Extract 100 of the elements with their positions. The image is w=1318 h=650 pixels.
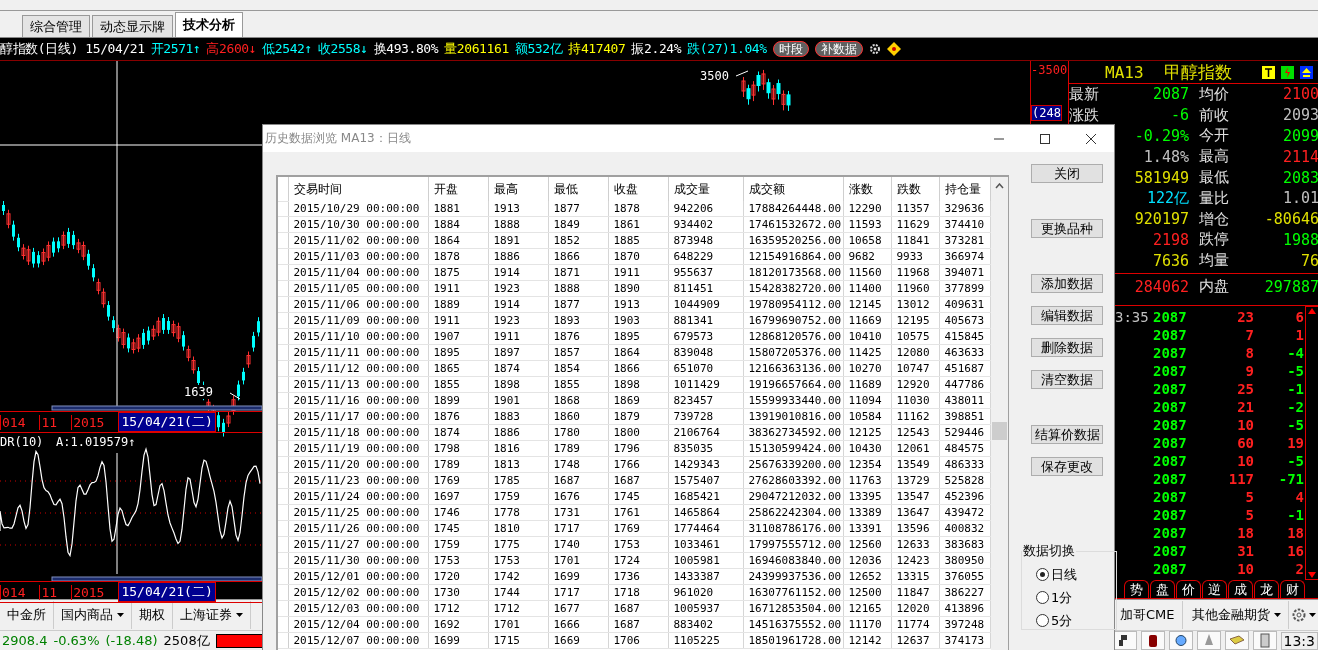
up-arrow-icon[interactable]: [1300, 65, 1313, 79]
gear-icon[interactable]: [868, 43, 881, 55]
chart-option-button[interactable]: 补数据: [814, 41, 863, 57]
table-cell: 1877: [548, 201, 608, 217]
table-cell: 11774: [891, 616, 939, 633]
table-cell: 1903: [608, 312, 668, 329]
column-header[interactable]: 最低: [548, 177, 608, 201]
table-cell: 2015/11/17 00:00:00: [288, 408, 428, 425]
column-header[interactable]: 持仓量: [939, 177, 990, 201]
table-cell: 486333: [939, 456, 990, 473]
table-cell: 2015/11/13 00:00:00: [288, 376, 428, 393]
column-header[interactable]: 收盘: [608, 177, 668, 201]
table-cell: 1736: [608, 568, 668, 585]
quote-label: 均量: [1199, 251, 1230, 271]
table-cell: 1701: [488, 616, 548, 633]
table-cell: 1718: [608, 584, 668, 601]
table-cell: 1860: [548, 408, 608, 425]
table-cell: 16712853504.00: [743, 600, 843, 617]
quote-stat: 量2061161: [444, 40, 509, 58]
dialog-button[interactable]: 结算价数据: [1031, 425, 1103, 444]
tick-change: 18: [1286, 524, 1304, 541]
panel-tab[interactable]: 财: [1280, 580, 1305, 598]
quote-stat: 振2.24%: [631, 40, 682, 58]
table-cell: 397248: [939, 616, 990, 633]
table-cell: 1717: [548, 584, 608, 601]
panel-tab[interactable]: 逆: [1202, 580, 1227, 598]
table-cell: 2015/11/16 00:00:00: [288, 392, 428, 409]
column-header[interactable]: 交易时间: [288, 177, 428, 201]
column-header[interactable]: 成交额: [743, 177, 843, 201]
view-tab[interactable]: 动态显示牌: [92, 15, 173, 37]
candlestick-series: [741, 69, 791, 112]
panel-tab[interactable]: 盘: [1150, 580, 1175, 598]
index-stat: 2908.4: [2, 633, 48, 648]
diamond-icon[interactable]: [886, 42, 901, 56]
view-tab[interactable]: 技术分析: [175, 12, 243, 37]
leader-line: [229, 392, 241, 400]
column-header[interactable]: 跌数: [891, 177, 939, 201]
market-tab[interactable]: 国内商品: [54, 601, 132, 629]
column-header[interactable]: 成交量: [668, 177, 743, 201]
period-radio[interactable]: 1分: [1036, 589, 1116, 606]
panel-tab[interactable]: 成: [1228, 580, 1253, 598]
tick-volume: 10: [1236, 452, 1254, 469]
tick-change: 16: [1286, 542, 1304, 559]
down-arrow-icon[interactable]: [1307, 570, 1317, 579]
period-radio[interactable]: 5分: [1036, 612, 1116, 629]
table-cell: 1864: [608, 344, 668, 361]
dialog-button[interactable]: 更换品种: [1031, 219, 1103, 238]
radio-icon[interactable]: [1036, 614, 1049, 627]
quote-value: -6: [1169, 106, 1189, 125]
quote-value: 1.01: [1281, 189, 1318, 208]
table-cell: 13596: [891, 520, 939, 537]
column-header[interactable]: 最高: [488, 177, 548, 201]
range-scrollbar[interactable]: [51, 405, 263, 411]
scrollbar[interactable]: [1305, 305, 1318, 580]
dialog-button[interactable]: 编辑数据: [1031, 306, 1103, 325]
panel-tab[interactable]: 势: [1124, 580, 1149, 598]
tick-change: -71: [1277, 470, 1304, 487]
chart-option-button[interactable]: 时段: [772, 41, 809, 57]
column-header[interactable]: 涨数: [843, 177, 891, 201]
table-cell: 1685421: [668, 488, 743, 505]
cylinder-icon[interactable]: [1140, 631, 1165, 650]
table-cell: 12154916864.00: [743, 248, 843, 265]
tick-volume: 60: [1236, 434, 1254, 451]
market-tab[interactable]: 期权: [132, 601, 173, 629]
table-cell: 11960: [891, 280, 939, 297]
dialog-button[interactable]: 关闭: [1031, 164, 1103, 183]
table-cell: 2015/12/01 00:00:00: [288, 568, 428, 585]
market-tab[interactable]: 其他金融期货: [1184, 601, 1289, 629]
scrollbar-thumb[interactable]: [991, 422, 1007, 440]
dialog-button[interactable]: 清空数据: [1031, 370, 1103, 389]
dialog-button[interactable]: 添加数据: [1031, 274, 1103, 293]
dialog-button[interactable]: 删除数据: [1031, 338, 1103, 357]
radio-icon[interactable]: [1036, 568, 1049, 581]
close-icon: [1086, 133, 1096, 144]
table-cell: 1712: [488, 600, 548, 617]
up-caret-icon[interactable]: [994, 183, 1004, 189]
table-cell: 1876: [428, 408, 488, 425]
table-cell: 679573: [668, 328, 743, 345]
column-header[interactable]: 开盘: [428, 177, 488, 201]
panel-tab[interactable]: 龙: [1254, 580, 1279, 598]
table-cell: 2015/12/07 00:00:00: [288, 632, 428, 649]
radio-icon[interactable]: [1036, 591, 1049, 604]
lightning-icon[interactable]: [1281, 65, 1294, 79]
market-tab[interactable]: 中金所: [0, 601, 54, 629]
caret-icon: [1273, 613, 1281, 617]
table-cell: 1744: [488, 584, 548, 601]
view-tab[interactable]: 综合管理: [22, 15, 90, 37]
table-cell: 1877: [548, 296, 608, 313]
range-scrollbar[interactable]: [51, 576, 263, 582]
panel-tab[interactable]: 价: [1176, 580, 1201, 598]
settings-icon[interactable]: [1290, 607, 1307, 623]
table-cell: 13547: [891, 488, 939, 505]
globe-icon[interactable]: [1168, 631, 1193, 650]
table-cell: 10430: [843, 440, 891, 457]
table-cell: 1923: [488, 280, 548, 297]
t-icon[interactable]: [1262, 65, 1275, 79]
period-radio[interactable]: 日线: [1036, 566, 1116, 583]
market-tab[interactable]: 上海证券: [173, 601, 251, 629]
dialog-button[interactable]: 保存更改: [1031, 457, 1103, 476]
table-cell: 1753: [428, 552, 488, 569]
